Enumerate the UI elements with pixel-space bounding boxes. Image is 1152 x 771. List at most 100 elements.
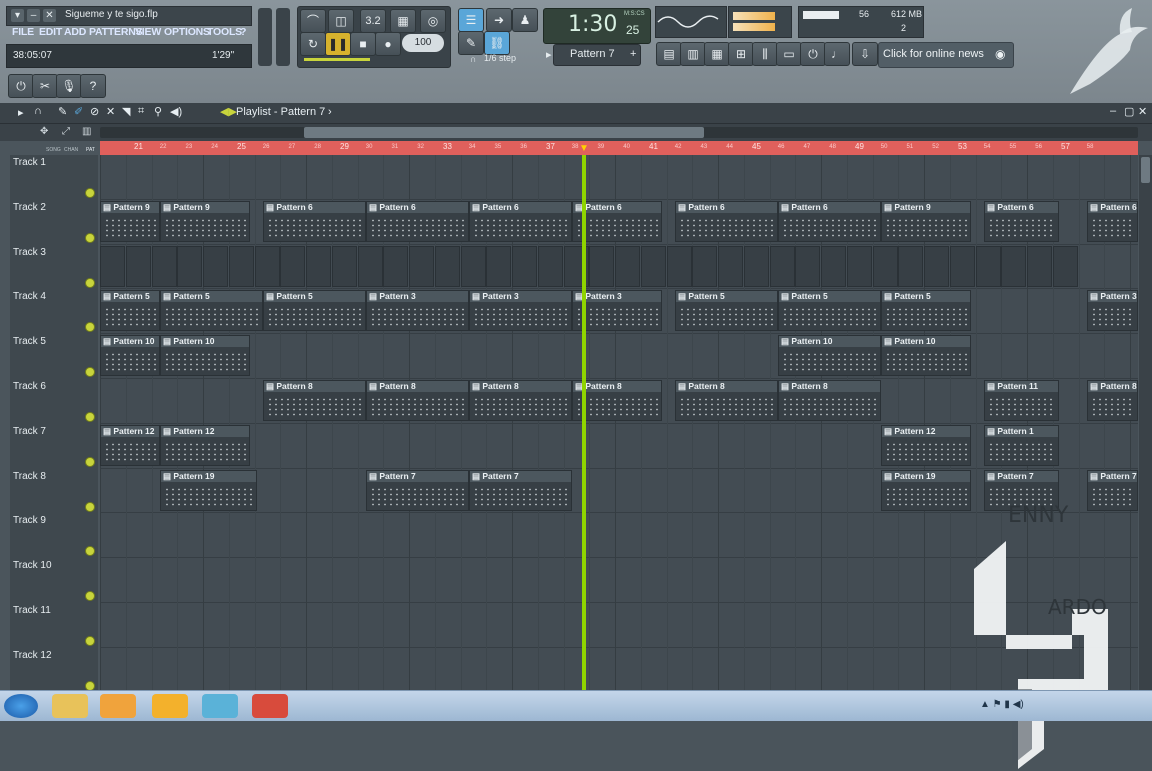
playlist-clip[interactable]: ▤ Pattern 12	[100, 424, 160, 466]
song-time-display[interactable]: 1:30 25 M:S:CS	[543, 8, 651, 44]
track-mute-led[interactable]	[85, 501, 95, 512]
playlist-clip[interactable]: ▤ Pattern 7	[366, 469, 469, 511]
playlist-clip[interactable]: ▤ Pattern 7	[1087, 469, 1138, 511]
fl-studio-taskbar-icon[interactable]	[152, 694, 188, 718]
playlist-clip[interactable]: ▤ Pattern 6	[778, 200, 881, 242]
playlist-clip[interactable]: ▤ Pattern 5	[881, 290, 971, 332]
playlist-clip[interactable]	[306, 245, 331, 287]
vertical-scroll-thumb[interactable]	[1141, 157, 1150, 183]
magnet-icon[interactable]: ∩	[470, 54, 476, 64]
playlist-clip[interactable]	[203, 245, 228, 287]
main-volume-bar[interactable]	[304, 58, 370, 61]
playlist-clip[interactable]	[924, 245, 949, 287]
playlist-clip[interactable]	[177, 245, 203, 287]
playhead-marker-icon[interactable]: ▼	[579, 143, 589, 154]
timeline-ruler[interactable]: 21 25 29 33 37 41 45 49 53 57 22 23 24 26 27 28 30 31 32 34…	[100, 141, 1138, 155]
keyboard-icon[interactable]: ▥	[82, 126, 91, 137]
playlist-clip[interactable]: ▤ Pattern 6	[469, 200, 572, 242]
playlist-clip[interactable]	[100, 245, 125, 287]
track-mute-led[interactable]	[85, 277, 95, 288]
playlist-clip[interactable]	[718, 245, 743, 287]
slice-tool-icon[interactable]: ◥	[122, 105, 130, 118]
playlist-clip[interactable]	[434, 245, 460, 287]
playlist-clip[interactable]	[692, 245, 718, 287]
playlist-clip[interactable]	[1052, 245, 1078, 287]
playlist-clip[interactable]: ▤ Pattern 11	[984, 380, 1059, 421]
cut-icon[interactable]: ✂	[32, 74, 58, 98]
playlist-clip[interactable]	[666, 245, 692, 287]
playlist-clip[interactable]	[769, 245, 795, 287]
playlist-clip[interactable]	[486, 245, 512, 287]
playlist-clip[interactable]	[872, 245, 898, 287]
playlist-clip[interactable]	[280, 245, 306, 287]
playlist-clip[interactable]: ▤ Pattern 3	[469, 290, 572, 332]
online-news-button[interactable]: Click for online news ◉	[878, 42, 1014, 68]
mixer-icon[interactable]: ⫼	[752, 42, 778, 66]
horizontal-scroll-thumb[interactable]	[304, 127, 704, 138]
master-volume-slider[interactable]	[258, 8, 272, 66]
playlist-clip[interactable]	[151, 245, 177, 287]
menu-view[interactable]: VIEW	[135, 26, 161, 38]
plugin-icon[interactable]: ⏻	[800, 42, 826, 66]
playlist-clip[interactable]: ▤ Pattern 9	[160, 200, 250, 242]
close-icon[interactable]: ✕	[43, 9, 56, 22]
countdown-icon[interactable]: 3.2	[360, 9, 386, 33]
track-mute-led[interactable]	[85, 412, 95, 422]
delete-tool-icon[interactable]: ⊘	[90, 105, 99, 118]
piano-roll-icon[interactable]: ▦	[704, 42, 730, 66]
pattern-mode-icon[interactable]: ☰	[458, 8, 484, 32]
playlist-clip[interactable]: ▤ Pattern 7	[469, 469, 572, 511]
loop-icon[interactable]: ↻	[300, 32, 326, 56]
playlist-clip[interactable]	[1001, 245, 1027, 287]
playlist-clip[interactable]: ▤ Pattern 10	[160, 335, 250, 377]
track-label[interactable]: Track 9	[13, 515, 46, 526]
track-label[interactable]: Track 7	[13, 426, 46, 437]
playlist-clip[interactable]	[331, 245, 357, 287]
menu-arrow-icon[interactable]: ▾	[11, 9, 24, 22]
playlist-clip[interactable]: ▤ Pattern 10	[100, 335, 160, 377]
playlist-clip[interactable]	[949, 245, 975, 287]
minimize-icon[interactable]: –	[1110, 105, 1116, 117]
track-mute-led[interactable]	[85, 232, 95, 243]
ruler-mode-pat[interactable]: PAT	[86, 147, 95, 153]
stop-button[interactable]: ■	[350, 32, 376, 56]
media-player-icon[interactable]	[100, 694, 136, 718]
playlist-clip[interactable]: ▤ Pattern 9	[881, 200, 971, 242]
typing-keyboard-icon[interactable]: ♟	[512, 8, 538, 32]
add-pattern-icon[interactable]: +	[630, 48, 636, 60]
playlist-clip[interactable]: ▤ Pattern 8	[263, 380, 366, 421]
playlist-clip[interactable]	[228, 245, 254, 287]
speaker-icon[interactable]: ◀)	[170, 105, 182, 118]
blend-notes-icon[interactable]: ◎	[420, 9, 446, 33]
microphone-icon[interactable]: 🎙	[56, 74, 82, 98]
track-mute-led[interactable]	[85, 456, 95, 467]
track-mute-led[interactable]	[85, 546, 95, 557]
playlist-clip[interactable]	[846, 245, 872, 287]
step-sequencer-icon[interactable]: ▥	[680, 42, 706, 66]
menu-file[interactable]: FILE	[12, 26, 34, 38]
track-label[interactable]: Track 2	[13, 202, 46, 213]
playlist-clip[interactable]: ▤ Pattern 6	[675, 200, 778, 242]
playlist-clip[interactable]	[254, 245, 280, 287]
select-tool-icon[interactable]: ⌗	[138, 105, 144, 118]
playlist-clip[interactable]: ▤ Pattern 6	[1087, 200, 1138, 242]
playlist-clip[interactable]	[357, 245, 383, 287]
ruler-mode-chan[interactable]: CHAN	[64, 147, 78, 153]
menu-help[interactable]: ?	[240, 26, 246, 38]
track-mute-led[interactable]	[85, 188, 95, 198]
playlist-clip[interactable]	[537, 245, 563, 287]
track-mute-led[interactable]	[85, 636, 95, 646]
playlist-clip[interactable]: ▤ Pattern 8	[778, 380, 881, 421]
track-label[interactable]: Track 4	[13, 291, 46, 302]
playlist-clip[interactable]: ▤ Pattern 19	[160, 469, 257, 511]
tempo-display[interactable]: 100	[402, 34, 444, 52]
minimize-icon[interactable]: –	[27, 9, 40, 22]
playlist-clip[interactable]: ▤ Pattern 3	[366, 290, 469, 332]
playhead[interactable]	[582, 155, 586, 691]
vertical-scrollbar[interactable]	[1139, 155, 1152, 691]
playlist-clip[interactable]: ▤ Pattern 19	[881, 469, 971, 511]
track-mute-led[interactable]	[85, 367, 95, 378]
pencil-tool-icon[interactable]: ✎	[58, 105, 67, 118]
menu-arrow-icon[interactable]: ▸	[18, 106, 24, 119]
playlist-clip[interactable]	[1027, 245, 1052, 287]
